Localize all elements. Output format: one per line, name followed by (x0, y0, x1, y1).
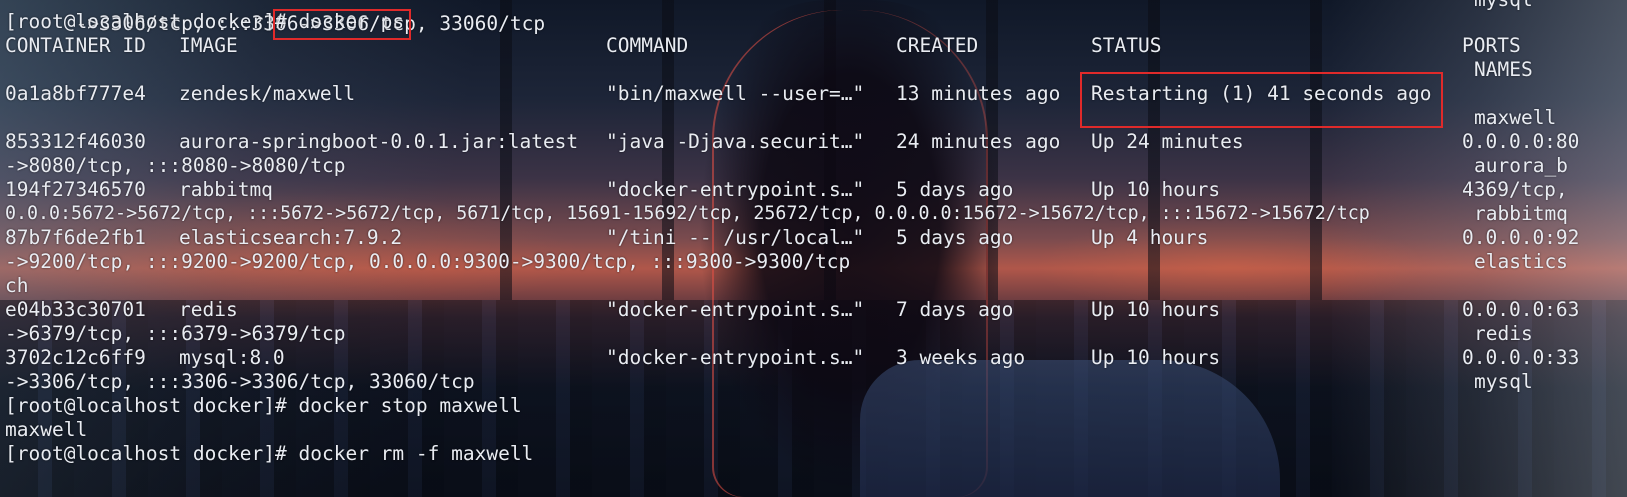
row-2-created: 5 days ago (896, 178, 1014, 201)
row-5-name: mysql (1474, 370, 1533, 393)
row-5-created: 3 weeks ago (896, 346, 1026, 369)
row-1-status: Up 24 minutes (1091, 130, 1244, 153)
row-5-command: "docker-entrypoint.s…" (606, 346, 865, 369)
row-4-created: 7 days ago (896, 298, 1014, 321)
highlight-box-docker-ps (273, 9, 411, 40)
row-4-ports: 0.0.0.0:63 (1462, 298, 1580, 321)
row-3-name: elastics (1474, 250, 1568, 273)
row-4-ports-continued: ->6379/tcp, :::6379->6379/tcp (5, 322, 346, 345)
header-names: NAMES (1474, 58, 1533, 81)
row-1-ports: 0.0.0.0:80 (1462, 130, 1580, 153)
command-docker-rm: docker rm -f maxwell (298, 442, 534, 465)
row-1-created: 24 minutes ago (896, 130, 1061, 153)
row-4-command: "docker-entrypoint.s…" (606, 298, 865, 321)
row-4-image: redis (179, 298, 238, 321)
partial-name-text: mysql (1474, 0, 1533, 12)
terminal-line-prompt-stop: [root@localhost docker]# docker stop max… (5, 394, 522, 418)
header-image: IMAGE (179, 34, 238, 57)
shell-prompt: [root@localhost docker]# (5, 10, 299, 33)
row-1-image: aurora-springboot-0.0.1.jar:latest (179, 130, 579, 153)
row-2-image: rabbitmq (179, 178, 273, 201)
row-3-name-wrap: ch (5, 274, 29, 297)
row-3-created: 5 days ago (896, 226, 1014, 249)
row-5-ports-continued: ->3306/tcp, :::3306->3306/tcp, 33060/tcp (5, 370, 475, 393)
command-docker-stop: docker stop maxwell (298, 394, 522, 417)
highlight-box-restarting-status (1080, 72, 1443, 128)
row-3-image: elasticsearch:7.9.2 (179, 226, 403, 249)
row-3-command: "/tini -- /usr/local…" (606, 226, 865, 249)
row-0-created: 13 minutes ago (896, 82, 1061, 105)
row-0-container-id: 0a1a8bf777e4 (5, 82, 146, 105)
row-5-container-id: 3702c12c6ff9 (5, 346, 146, 369)
terminal-line-stop-output: maxwell (5, 418, 87, 442)
row-5-image: mysql:8.0 (179, 346, 285, 369)
row-1-ports-continued: ->8080/tcp, :::8080->8080/tcp (5, 154, 346, 177)
row-0-name: maxwell (1474, 106, 1557, 129)
row-5-status: Up 10 hours (1091, 346, 1221, 369)
row-2-ports: 4369/tcp, (1462, 178, 1568, 201)
shell-prompt: [root@localhost docker]# (5, 394, 299, 417)
row-3-ports: 0.0.0.0:92 (1462, 226, 1580, 249)
row-1-container-id: 853312f46030 (5, 130, 146, 153)
header-status: STATUS (1091, 34, 1162, 57)
header-created: CREATED (896, 34, 979, 57)
stop-output-text: maxwell (5, 418, 88, 441)
terminal-line-prompt-rm[interactable]: [root@localhost docker]# docker rm -f ma… (5, 442, 533, 466)
row-3-ports-continued: ->9200/tcp, :::9200->9200/tcp, 0.0.0.0:9… (5, 250, 851, 273)
terminal-window[interactable]: ->3306/tcp, :::3306->3306/tcp, 33060/tcp… (0, 0, 1627, 497)
row-3-container-id: 87b7f6de2fb1 (5, 226, 146, 249)
row-1-name: aurora_b (1474, 154, 1568, 177)
row-0-command: "bin/maxwell --user=…" (606, 82, 865, 105)
row-2-status: Up 10 hours (1091, 178, 1221, 201)
row-2-command: "docker-entrypoint.s…" (606, 178, 865, 201)
shell-prompt: [root@localhost docker]# (5, 442, 299, 465)
row-4-name: redis (1474, 322, 1533, 345)
row-4-status: Up 10 hours (1091, 298, 1221, 321)
header-container-id: CONTAINER ID (5, 34, 146, 57)
terminal-output[interactable]: ->3306/tcp, :::3306->3306/tcp, 33060/tcp… (0, 0, 1627, 497)
row-3-status: Up 4 hours (1091, 226, 1209, 249)
header-command: COMMAND (606, 34, 689, 57)
row-5-ports: 0.0.0.0:33 (1462, 346, 1580, 369)
row-4-container-id: e04b33c30701 (5, 298, 146, 321)
row-1-command: "java -Djava.securit…" (606, 130, 865, 153)
row-0-image: zendesk/maxwell (179, 82, 356, 105)
row-2-name: rabbitmq (1474, 202, 1568, 225)
row-2-ports-continued: 0.0.0:5672->5672/tcp, :::5672->5672/tcp,… (5, 203, 1370, 224)
row-2-container-id: 194f27346570 (5, 178, 146, 201)
header-ports: PORTS (1462, 34, 1521, 57)
